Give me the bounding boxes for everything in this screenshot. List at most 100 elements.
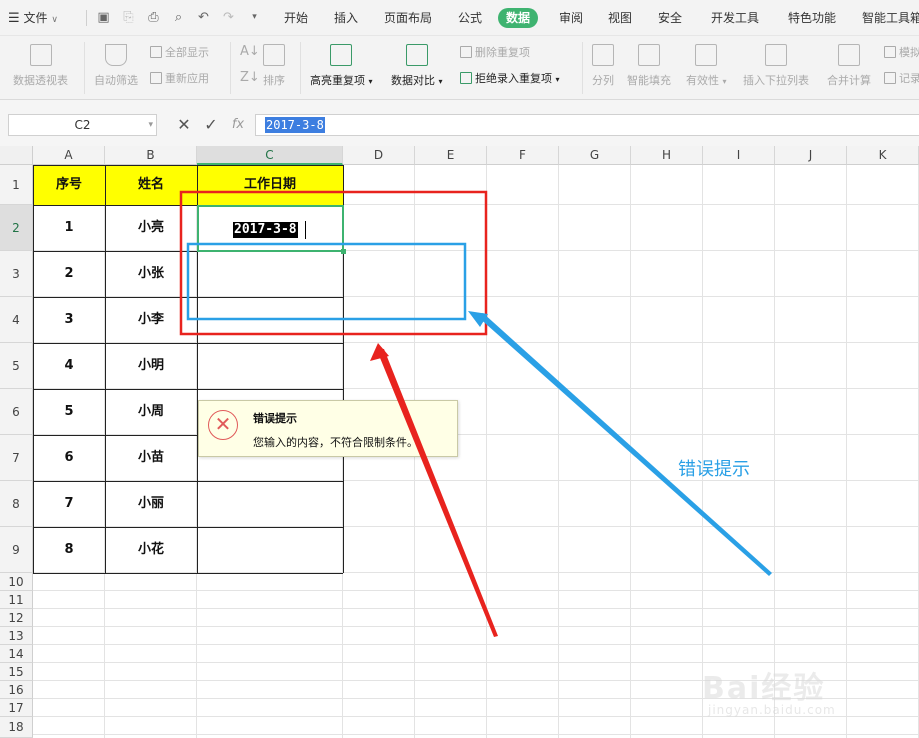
- consolidate-button[interactable]: 合并计算: [827, 44, 871, 88]
- chevron-down-icon[interactable]: ▾: [148, 115, 153, 135]
- fill-handle[interactable]: [341, 249, 346, 254]
- column-header-G[interactable]: G: [559, 146, 631, 165]
- table-cell[interactable]: 2: [33, 251, 105, 297]
- sort-ascending-button[interactable]: A↓: [240, 44, 260, 59]
- table-cell[interactable]: 小张: [105, 251, 197, 297]
- row-header-12[interactable]: 12: [0, 609, 33, 627]
- row-header-1[interactable]: 1: [0, 165, 33, 205]
- row-header-7[interactable]: 7: [0, 435, 33, 481]
- table-border: [33, 527, 343, 528]
- column-header-F[interactable]: F: [487, 146, 559, 165]
- formula-input[interactable]: 2017-3-8: [255, 114, 919, 136]
- pivot-table-button[interactable]: 数据透视表: [13, 44, 68, 88]
- table-cell[interactable]: 小明: [105, 343, 197, 389]
- row-header-6[interactable]: 6: [0, 389, 33, 435]
- table-cell[interactable]: 小苗: [105, 435, 197, 481]
- table-border: [33, 165, 343, 166]
- record-form-icon: [884, 72, 896, 84]
- table-header-cell[interactable]: 姓名: [105, 165, 197, 205]
- row-header-10[interactable]: 10: [0, 573, 33, 591]
- tab-page-layout[interactable]: 页面布局: [384, 0, 432, 36]
- redo-icon[interactable]: ↷: [220, 9, 237, 26]
- column-header-B[interactable]: B: [105, 146, 197, 165]
- select-all-corner[interactable]: [0, 146, 33, 165]
- data-compare-button[interactable]: 数据对比 ▾: [391, 44, 443, 88]
- insert-dropdown-list-button[interactable]: 插入下拉列表: [743, 44, 809, 88]
- validity-button[interactable]: 有效性 ▾: [686, 44, 727, 88]
- file-menu[interactable]: ☰ 文件 ∨: [8, 0, 58, 36]
- tab-special-features[interactable]: 特色功能: [788, 0, 836, 36]
- row-header-8[interactable]: 8: [0, 481, 33, 527]
- row-header-13[interactable]: 13: [0, 627, 33, 645]
- cell-edit-text[interactable]: 2017-3-8: [233, 222, 298, 238]
- tab-home[interactable]: 开始: [284, 0, 308, 36]
- tab-smart-toolbox[interactable]: 智能工具箱: [862, 0, 919, 36]
- cancel-icon[interactable]: ✕: [175, 114, 193, 136]
- row-header-17[interactable]: 17: [0, 699, 33, 717]
- row-header-18[interactable]: 18: [0, 717, 33, 738]
- reapply-button[interactable]: 重新应用: [150, 70, 209, 86]
- smart-fill-icon: [638, 44, 660, 66]
- table-cell[interactable]: 1: [33, 205, 105, 251]
- row-header-11[interactable]: 11: [0, 591, 33, 609]
- print-icon[interactable]: ⎙: [145, 9, 162, 26]
- show-all-button[interactable]: 全部显示: [150, 44, 209, 60]
- text-to-columns-icon: [592, 44, 614, 66]
- autofilter-button[interactable]: 自动筛选: [94, 44, 138, 88]
- row-header-9[interactable]: 9: [0, 527, 33, 573]
- table-cell[interactable]: 8: [33, 527, 105, 573]
- table-header-cell[interactable]: 工作日期: [197, 165, 343, 205]
- column-header-I[interactable]: I: [703, 146, 775, 165]
- save-icon[interactable]: ▣: [95, 9, 112, 26]
- table-cell[interactable]: 小丽: [105, 481, 197, 527]
- column-header-D[interactable]: D: [343, 146, 415, 165]
- tab-developer[interactable]: 开发工具: [711, 0, 759, 36]
- table-cell[interactable]: 小李: [105, 297, 197, 343]
- tab-security[interactable]: 安全: [658, 0, 682, 36]
- confirm-icon[interactable]: ✓: [202, 114, 220, 136]
- row-header-14[interactable]: 14: [0, 645, 33, 663]
- column-header-C[interactable]: C: [197, 146, 343, 165]
- highlight-duplicates-button[interactable]: 高亮重复项 ▾: [310, 44, 373, 88]
- name-box[interactable]: C2 ▾: [8, 114, 157, 136]
- tab-view[interactable]: 视图: [608, 0, 632, 36]
- row-header-5[interactable]: 5: [0, 343, 33, 389]
- table-cell[interactable]: 小花: [105, 527, 197, 573]
- text-to-columns-button[interactable]: 分列: [592, 44, 614, 88]
- tab-formulas[interactable]: 公式: [458, 0, 482, 36]
- simulate-analysis-button[interactable]: 模拟分析: [884, 44, 919, 60]
- table-cell[interactable]: 7: [33, 481, 105, 527]
- sort-descending-button[interactable]: Z↓: [240, 70, 260, 85]
- table-cell[interactable]: 小亮: [105, 205, 197, 251]
- column-header-H[interactable]: H: [631, 146, 703, 165]
- simulate-analysis-icon: [884, 46, 896, 58]
- tab-insert[interactable]: 插入: [334, 0, 358, 36]
- column-header-K[interactable]: K: [847, 146, 919, 165]
- column-header-J[interactable]: J: [775, 146, 847, 165]
- tab-review[interactable]: 审阅: [559, 0, 583, 36]
- undo-icon[interactable]: ↶: [195, 9, 212, 26]
- column-header-A[interactable]: A: [33, 146, 105, 165]
- customize-chevron-icon[interactable]: ▾: [246, 9, 263, 26]
- table-header-cell[interactable]: 序号: [33, 165, 105, 205]
- function-icon[interactable]: fx: [229, 114, 247, 136]
- record-form-button[interactable]: 记录单: [884, 70, 919, 86]
- print-preview-icon[interactable]: ⌕: [170, 9, 187, 26]
- row-header-2[interactable]: 2: [0, 205, 33, 251]
- row-header-3[interactable]: 3: [0, 251, 33, 297]
- table-cell[interactable]: 3: [33, 297, 105, 343]
- table-cell[interactable]: 5: [33, 389, 105, 435]
- reject-duplicates-button[interactable]: 拒绝录入重复项 ▾: [460, 70, 560, 86]
- row-header-15[interactable]: 15: [0, 663, 33, 681]
- tab-data[interactable]: 数据: [498, 8, 539, 28]
- table-cell[interactable]: 6: [33, 435, 105, 481]
- column-header-E[interactable]: E: [415, 146, 487, 165]
- row-header-4[interactable]: 4: [0, 297, 33, 343]
- smart-fill-button[interactable]: 智能填充: [627, 44, 671, 88]
- table-cell[interactable]: 小周: [105, 389, 197, 435]
- row-header-16[interactable]: 16: [0, 681, 33, 699]
- sort-button[interactable]: 排序: [263, 44, 285, 88]
- table-cell[interactable]: 4: [33, 343, 105, 389]
- remove-duplicates-button[interactable]: 删除重复项: [460, 44, 530, 60]
- export-icon[interactable]: ⎘: [120, 9, 137, 26]
